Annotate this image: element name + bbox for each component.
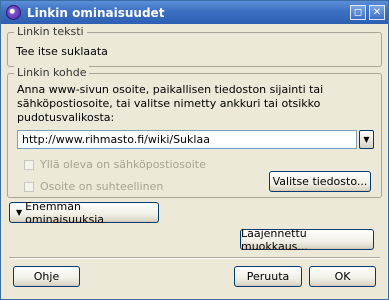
more-properties-button[interactable]: ▼ Enemmän ominaisuuksia — [9, 199, 159, 226]
relative-checkbox-label: Osoite on suhteellinen — [40, 180, 164, 193]
advanced-edit-button[interactable]: Laajennettu muokkaus... — [240, 227, 374, 253]
restore-button[interactable]: ◻ — [350, 5, 366, 20]
url-input[interactable] — [17, 130, 357, 149]
help-button[interactable]: Ohje — [13, 266, 80, 287]
title-bar[interactable]: Linkin ominaisuudet ◻ ✕ — [1, 1, 388, 24]
window-title: Linkin ominaisuudet — [27, 5, 165, 20]
footer-separator — [9, 257, 380, 259]
url-combobox: ▼ — [17, 130, 374, 149]
more-properties-label: Enemmän ominaisuuksia — [25, 199, 104, 226]
email-checkbox-row: Yllä oleva on sähköpostiosoite — [24, 158, 206, 171]
link-properties-dialog: Linkin ominaisuudet ◻ ✕ Linkin teksti Te… — [0, 0, 389, 300]
link-text-group: Linkin teksti Tee itse suklaata — [7, 25, 382, 67]
email-checkbox-label: Yllä oleva on sähköpostiosoite — [40, 158, 206, 171]
ok-button[interactable]: OK — [309, 266, 376, 287]
link-target-group: Linkin kohde Anna www-sivun osoite, paik… — [7, 66, 382, 198]
browse-file-button[interactable]: Valitse tiedosto... — [269, 171, 371, 192]
dropdown-arrow-icon[interactable]: ▼ — [359, 130, 374, 149]
link-target-legend: Linkin kohde — [14, 66, 90, 79]
close-button[interactable]: ✕ — [369, 5, 385, 20]
relative-checkbox — [24, 181, 34, 192]
chevron-down-icon: ▼ — [16, 208, 23, 217]
email-checkbox — [24, 159, 34, 170]
relative-checkbox-row: Osoite on suhteellinen — [24, 180, 163, 193]
cancel-button[interactable]: Peruuta — [234, 266, 302, 287]
link-text-legend: Linkin teksti — [14, 25, 87, 38]
app-icon — [6, 5, 21, 20]
link-text-value: Tee itse suklaata — [16, 45, 108, 58]
link-target-description: Anna www-sivun osoite, paikallisen tiedo… — [17, 83, 324, 124]
